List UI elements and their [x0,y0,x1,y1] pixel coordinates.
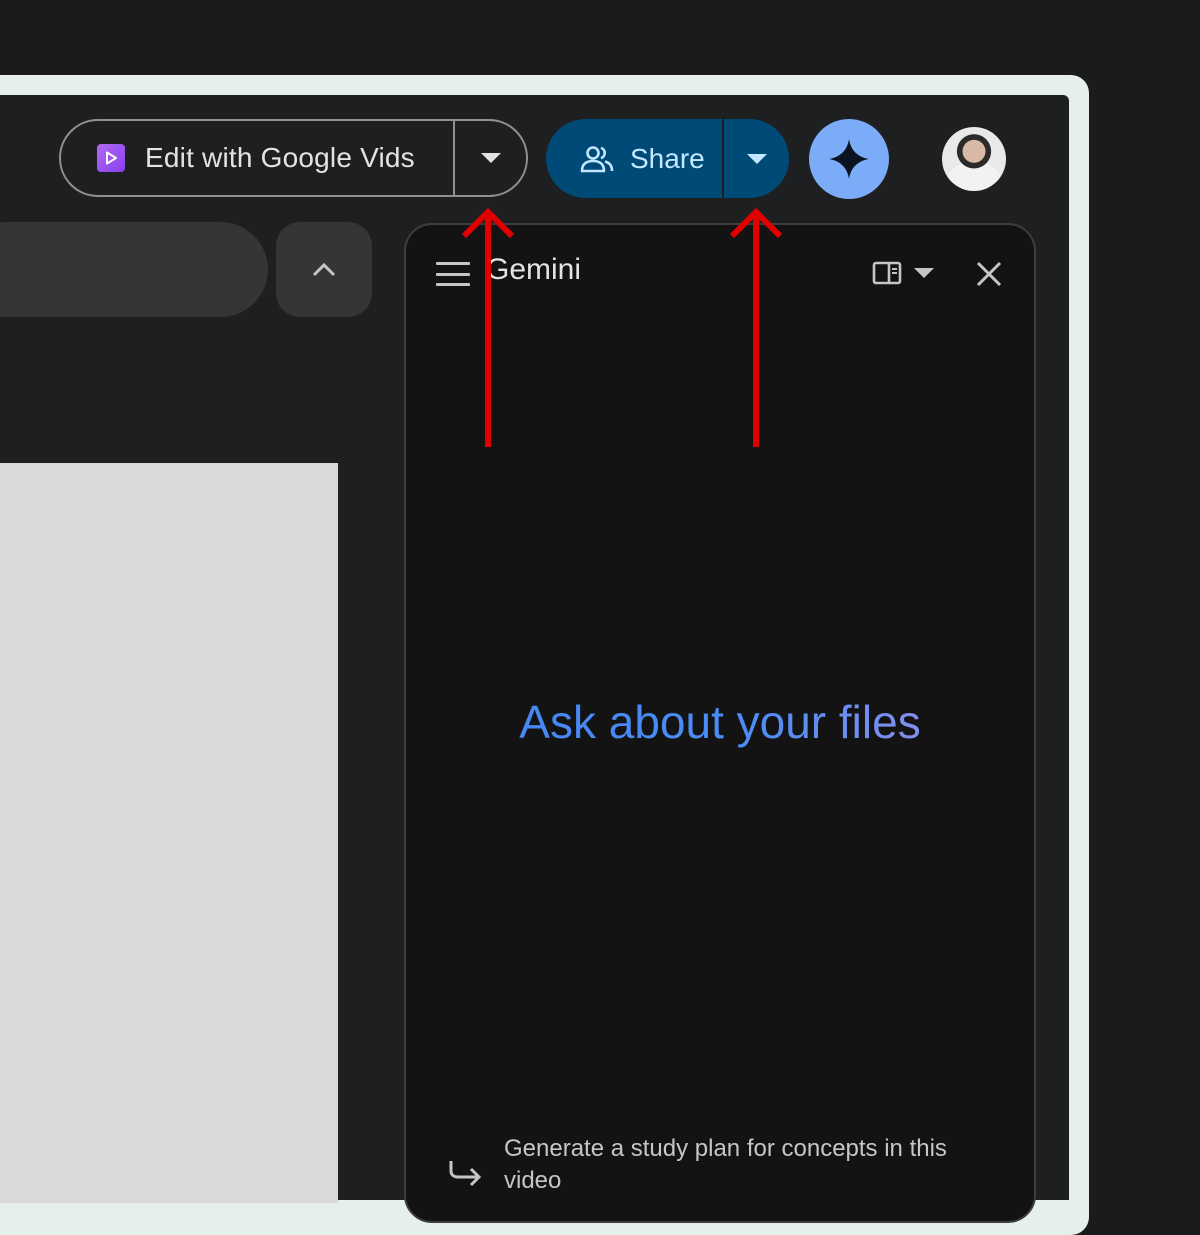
share-label: Share [630,142,705,174]
hamburger-menu-icon[interactable] [436,259,470,289]
side-panel-layout-icon [872,261,902,285]
gemini-sparkle-icon [829,139,869,179]
redo-arrow-icon [449,1161,482,1187]
caret-down-icon [746,153,767,164]
edit-with-vids-split-button: Edit with Google Vids [59,119,528,197]
close-panel-button[interactable] [974,259,1004,289]
gemini-button[interactable] [809,119,889,199]
search-bar[interactable] [0,222,268,317]
share-button[interactable]: Share [546,119,724,198]
vids-dropdown-button[interactable] [455,121,526,195]
share-split-button: Share [546,119,789,198]
hero-prompt: Ask about your files [406,695,1034,749]
layout-toggle-button[interactable] [872,261,934,285]
edit-with-vids-button[interactable]: Edit with Google Vids [61,121,455,195]
gemini-side-panel: Gemini Ask about your files Generate a s… [404,223,1036,1223]
suggestion-text: Generate a study plan for concepts in th… [504,1135,947,1194]
edit-with-vids-label: Edit with Google Vids [145,142,415,173]
account-avatar[interactable] [942,127,1006,191]
people-icon [580,145,614,173]
caret-down-icon [480,153,501,163]
document-page [0,463,338,1203]
collapse-button[interactable] [276,222,372,317]
chevron-up-icon [312,262,336,276]
close-icon [976,261,1002,287]
google-vids-icon [97,144,125,172]
caret-down-icon [914,268,934,278]
panel-title: Gemini [486,253,582,286]
suggestion-chip[interactable]: Generate a study plan for concepts in th… [446,1133,1006,1197]
